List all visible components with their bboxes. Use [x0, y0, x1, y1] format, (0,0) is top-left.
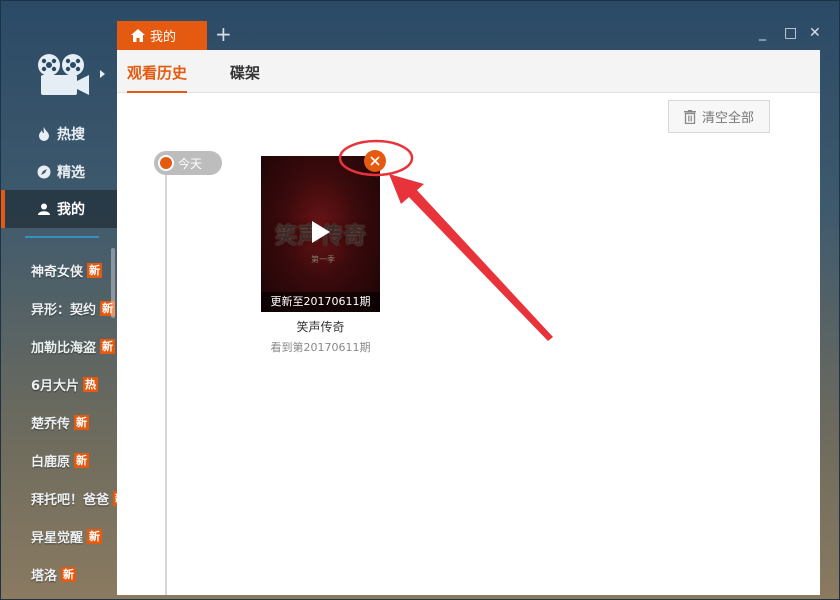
clear-all-button[interactable]: 清空全部: [668, 100, 770, 133]
hot-badge: 热: [83, 376, 99, 392]
timeline-date-label: 今天: [178, 156, 203, 171]
new-badge: 新: [61, 566, 77, 582]
list-item[interactable]: 神奇女侠新: [1, 251, 117, 289]
nav-item-hot[interactable]: 热搜: [1, 115, 117, 153]
history-item-card[interactable]: 笑声传奇 第一季 更新至20170611期 笑声传奇 看到第20170611期: [261, 156, 380, 355]
new-badge: 新: [87, 262, 103, 278]
nav-item-label: 我的: [57, 202, 85, 218]
poster-subtitle: 第一季: [311, 255, 335, 264]
recommended-show-list: 神奇女侠新 异形：契约新 加勒比海盗新 6月大片热 楚乔传新 白鹿原新 拜托吧！…: [1, 251, 117, 593]
video-poster[interactable]: 笑声传奇 第一季 更新至20170611期: [261, 156, 380, 312]
minimize-button[interactable]: _: [759, 25, 766, 41]
maximize-button[interactable]: □: [784, 25, 797, 41]
sidebar-scrollbar[interactable]: [111, 248, 115, 318]
trash-icon: [683, 109, 696, 124]
new-badge: 新: [100, 338, 116, 354]
video-title[interactable]: 笑声传奇: [261, 318, 380, 335]
new-badge: 新: [87, 528, 103, 544]
tab-watch-history[interactable]: 观看历史: [127, 62, 188, 93]
nav-item-mine[interactable]: 我的: [1, 190, 117, 228]
close-window-button[interactable]: ✕: [809, 25, 821, 41]
main-panel: 观看历史 碟架 清空全部 今天 笑声传奇 第一季 更新至20170611期: [117, 50, 820, 595]
add-tab-button[interactable]: +: [215, 23, 232, 45]
camera-logo-icon[interactable]: [35, 51, 93, 99]
clear-all-label: 清空全部: [701, 111, 754, 126]
app-window: 热搜 精选 我的 神奇女侠新 异形：契约新 加勒比海盗新 6月大片热 楚乔传新 …: [0, 0, 840, 600]
tab-disc-shelf[interactable]: 碟架: [230, 62, 260, 91]
list-item[interactable]: 6月大片热: [1, 365, 117, 403]
tab-home-label: 我的: [150, 30, 177, 45]
nav-item-label: 热搜: [57, 127, 85, 143]
new-badge: 新: [74, 414, 90, 430]
sidebar-divider: [25, 236, 99, 238]
sidebar: 热搜 精选 我的 神奇女侠新 异形：契约新 加勒比海盗新 6月大片热 楚乔传新 …: [1, 1, 117, 600]
list-item[interactable]: 加勒比海盗新: [1, 327, 117, 365]
timeline-dot: [158, 155, 174, 171]
nav-item-label: 精选: [57, 165, 85, 181]
timeline-line: [165, 168, 167, 595]
logo-menu-arrow-icon[interactable]: [100, 70, 105, 78]
flame-icon: [37, 127, 51, 141]
subtab-bar: 观看历史 碟架: [117, 50, 820, 93]
list-item[interactable]: 异星觉醒新: [1, 517, 117, 555]
list-item[interactable]: 白鹿原新: [1, 441, 117, 479]
tab-bar: 我的 + _ □ ✕: [117, 21, 840, 50]
home-icon: [131, 29, 145, 42]
watch-progress-text: 看到第20170611期: [270, 341, 371, 354]
compass-icon: [37, 165, 51, 179]
nav-item-featured[interactable]: 精选: [1, 153, 117, 191]
list-item[interactable]: 楚乔传新: [1, 403, 117, 441]
update-caption: 更新至20170611期: [261, 292, 380, 312]
user-icon: [37, 202, 51, 216]
timeline-date-badge: 今天: [154, 151, 222, 175]
list-item[interactable]: 拜托吧！爸爸新: [1, 479, 117, 517]
delete-history-button[interactable]: [364, 150, 386, 172]
close-icon: [370, 156, 380, 166]
list-item[interactable]: 异形：契约新: [1, 289, 117, 327]
list-item[interactable]: 塔洛新: [1, 555, 117, 593]
new-badge: 新: [74, 452, 90, 468]
play-icon[interactable]: [312, 221, 330, 243]
tab-home[interactable]: 我的: [117, 21, 207, 50]
